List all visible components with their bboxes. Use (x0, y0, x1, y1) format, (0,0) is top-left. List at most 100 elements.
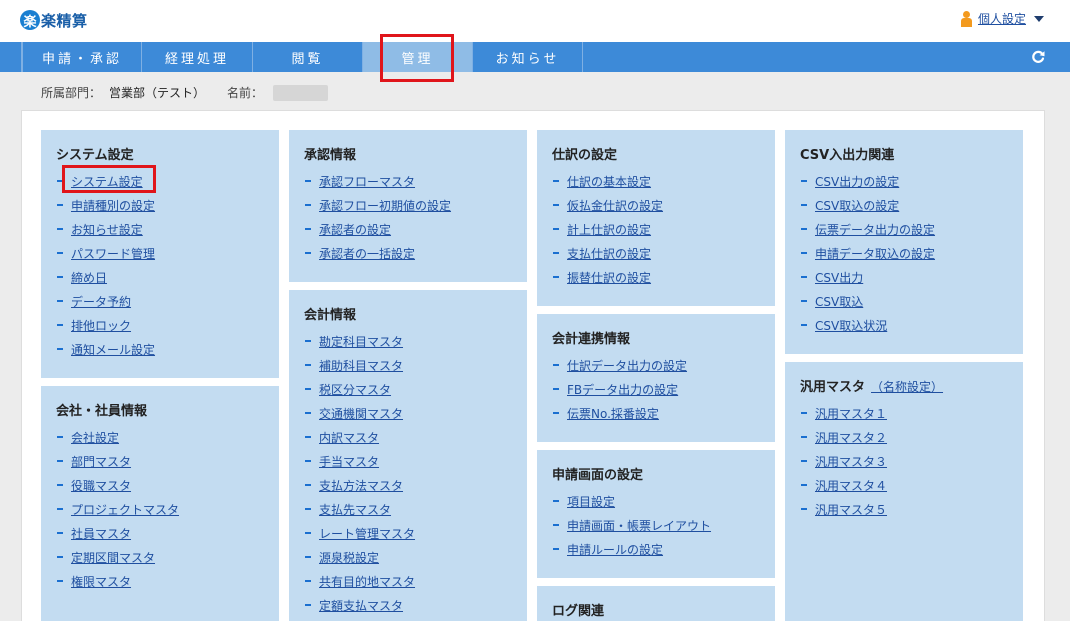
menu-link[interactable]: プロジェクトマスタ (71, 501, 179, 518)
bullet-icon (57, 532, 63, 534)
user-info-row: 所属部門： 営業部（テスト） 名前： (41, 84, 329, 101)
menu-link[interactable]: 権限マスタ (71, 573, 131, 590)
menu-item: 排他ロック (56, 313, 279, 337)
menu-link[interactable]: 支払仕訳の設定 (567, 245, 651, 262)
menu-link[interactable]: 汎用マスタ２ (815, 429, 887, 446)
menu-link[interactable]: 承認フローマスタ (319, 173, 415, 190)
menu-link[interactable]: 排他ロック (71, 317, 131, 334)
bullet-icon (305, 228, 311, 230)
nav-tab-notices[interactable]: お知らせ (472, 42, 582, 72)
menu-link[interactable]: 手当マスタ (319, 453, 379, 470)
menu-item: パスワード管理 (56, 241, 279, 265)
menu-link[interactable]: 汎用マスタ５ (815, 501, 887, 518)
bullet-icon (305, 252, 311, 254)
menu-link[interactable]: 仕訳の基本設定 (567, 173, 651, 190)
menu-link[interactable]: 承認者の設定 (319, 221, 391, 238)
menu-link[interactable]: CSV出力 (815, 269, 863, 286)
menu-link[interactable]: 汎用マスタ１ (815, 405, 887, 422)
menu-link[interactable]: 計上仕訳の設定 (567, 221, 651, 238)
menu-link[interactable]: 申請ルールの設定 (567, 541, 663, 558)
section-title: 仕訳の設定 (552, 149, 775, 162)
menu-item: 通知メール設定 (56, 337, 279, 361)
menu-link[interactable]: 役職マスタ (71, 477, 131, 494)
bullet-icon (305, 508, 311, 510)
menu-link[interactable]: 仕訳データ出力の設定 (567, 357, 687, 374)
section-title-link[interactable]: （名称設定） (871, 380, 943, 394)
caret-down-icon[interactable] (1034, 15, 1044, 22)
app-logo[interactable]: 楽 楽精算 (20, 9, 88, 31)
menu-link[interactable]: CSV取込 (815, 293, 863, 310)
refresh-icon[interactable] (1031, 50, 1045, 64)
bullet-icon (57, 580, 63, 582)
section-title-text: 会計連携情報 (552, 332, 631, 347)
menu-link[interactable]: 汎用マスタ３ (815, 453, 887, 470)
bullet-icon (57, 228, 63, 230)
menu-link[interactable]: 部門マスタ (71, 453, 131, 470)
menu-link[interactable]: 伝票データ出力の設定 (815, 221, 935, 238)
menu-link[interactable]: 会社設定 (71, 429, 119, 446)
menu-link[interactable]: 共有目的地マスタ (319, 573, 415, 590)
menu-link[interactable]: 定額支払マスタ (319, 597, 403, 614)
menu-link[interactable]: 汎用マスタ４ (815, 477, 887, 494)
name-label: 名前： (227, 86, 264, 100)
menu-link[interactable]: データ予約 (71, 293, 131, 310)
menu-link[interactable]: 仮払金仕訳の設定 (567, 197, 663, 214)
menu-link[interactable]: 申請種別の設定 (71, 197, 155, 214)
menu-item: 申請種別の設定 (56, 193, 279, 217)
menu-item: 支払方法マスタ (304, 473, 527, 497)
menu-item: 定期区間マスタ (56, 545, 279, 569)
section-title-text: ログ関連 (552, 604, 605, 619)
menu-link[interactable]: パスワード管理 (71, 245, 155, 262)
menu-link[interactable]: FBデータ出力の設定 (567, 381, 678, 398)
bullet-icon (553, 228, 559, 230)
bullet-icon (57, 276, 63, 278)
bullet-icon (553, 388, 559, 390)
menu-link[interactable]: 申請データ取込の設定 (815, 245, 935, 262)
bullet-icon (57, 204, 63, 206)
menu-link[interactable]: 支払方法マスタ (319, 477, 403, 494)
menu-link[interactable]: 内訳マスタ (319, 429, 379, 446)
nav-tab-accounting[interactable]: 経理処理 (141, 42, 252, 72)
bullet-icon (57, 484, 63, 486)
menu-item: 支払仕訳の設定 (552, 241, 775, 265)
menu-link[interactable]: 伝票No.採番設定 (567, 405, 659, 422)
menu-link[interactable]: 通知メール設定 (71, 341, 155, 358)
bullet-icon (305, 484, 311, 486)
section-generic-master: 汎用マスタ （名称設定） 汎用マスタ１ 汎用マスタ２ 汎用マスタ３ 汎用マスタ４ 汎用マスタ… (785, 362, 1023, 621)
menu-link[interactable]: 承認フロー初期値の設定 (319, 197, 451, 214)
bullet-icon (57, 508, 63, 510)
menu-link[interactable]: 交通機関マスタ (319, 405, 403, 422)
menu-link[interactable]: CSV出力の設定 (815, 173, 899, 190)
menu-link[interactable]: 源泉税設定 (319, 549, 379, 566)
bullet-icon (553, 204, 559, 206)
menu-link[interactable]: 承認者の一括設定 (319, 245, 415, 262)
personal-settings-link[interactable]: 個人設定 (978, 10, 1026, 27)
menu-item: 内訳マスタ (304, 425, 527, 449)
bullet-icon (305, 412, 311, 414)
menu-link[interactable]: CSV取込の設定 (815, 197, 899, 214)
personal-settings-menu[interactable]: 個人設定 (960, 10, 1044, 27)
main-nav: 申請・承認 経理処理 閲覧 管理 お知らせ (0, 42, 1070, 72)
menu-link[interactable]: 定期区間マスタ (71, 549, 155, 566)
bullet-icon (801, 300, 807, 302)
menu-link[interactable]: 勘定科目マスタ (319, 333, 403, 350)
menu-link[interactable]: 支払先マスタ (319, 501, 391, 518)
menu-link[interactable]: 項目設定 (567, 493, 615, 510)
menu-link[interactable]: 申請画面・帳票レイアウト (567, 517, 711, 534)
menu-item: データ予約 (56, 289, 279, 313)
menu-link[interactable]: レート管理マスタ (319, 525, 415, 542)
menu-link[interactable]: 締め日 (71, 269, 107, 286)
bullet-icon (553, 364, 559, 366)
menu-item: 承認フロー初期値の設定 (304, 193, 527, 217)
menu-link[interactable]: 税区分マスタ (319, 381, 391, 398)
menu-link[interactable]: 社員マスタ (71, 525, 131, 542)
menu-link[interactable]: 振替仕訳の設定 (567, 269, 651, 286)
nav-tab-browse[interactable]: 閲覧 (252, 42, 362, 72)
menu-link[interactable]: お知らせ設定 (71, 221, 143, 238)
section-title: 申請画面の設定 (552, 469, 775, 482)
menu-link[interactable]: CSV取込状況 (815, 317, 887, 334)
nav-tab-application-approval[interactable]: 申請・承認 (22, 42, 141, 72)
menu-item: 源泉税設定 (304, 545, 527, 569)
menu-link[interactable]: 補助科目マスタ (319, 357, 403, 374)
menu-item: 汎用マスタ３ (800, 449, 1023, 473)
